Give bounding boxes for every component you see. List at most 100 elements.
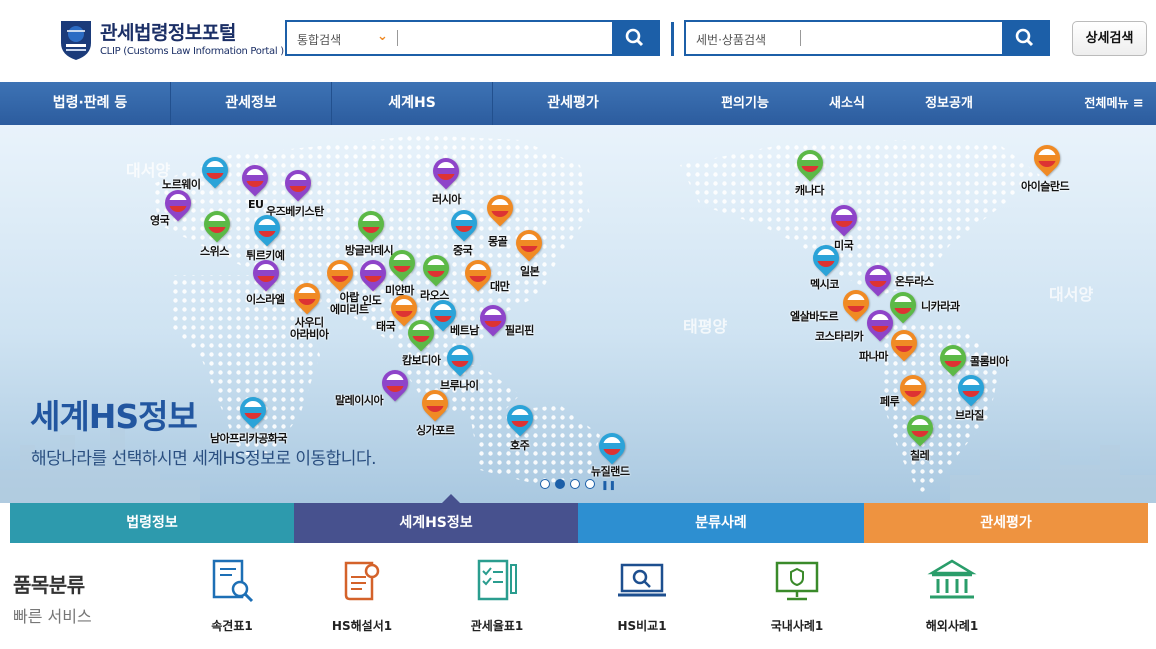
integrated-search: 통합검색 ⌄ (285, 20, 660, 56)
quick-subtitle: 빠른 서비스 (13, 607, 92, 626)
country-pin[interactable] (837, 284, 875, 330)
full-menu-button[interactable]: 전체메뉴 ≡ (1078, 82, 1150, 125)
service-hs-compare[interactable]: HS비교1 (582, 555, 702, 645)
country-label[interactable]: 방글라데시 (345, 242, 394, 258)
korea-customs-logo[interactable] (57, 17, 95, 61)
flag-icon (520, 234, 538, 252)
flag-icon (962, 379, 980, 397)
section-tabs: 법령정보 세계HS정보 분류사례 관세평가 (10, 494, 1148, 543)
flag-icon (484, 309, 502, 327)
country-label[interactable]: 남아프리카공화국 (210, 430, 287, 446)
hs-search-input[interactable] (804, 24, 1000, 52)
site-title[interactable]: 관세법령정보포털 (100, 18, 236, 45)
flag-icon (871, 314, 889, 332)
country-label[interactable]: 캄보디아 (402, 352, 441, 368)
search-scope-select[interactable]: 통합검색 (297, 31, 341, 48)
country-label[interactable]: 러시아 (432, 191, 461, 207)
nav-world-hs[interactable]: 세계HS (332, 82, 492, 125)
country-label[interactable]: 엘살바도르 (790, 308, 839, 324)
hs-search-scope[interactable]: 세번·상품검색 (696, 31, 766, 48)
nav-customs-info[interactable]: 관세정보 (171, 82, 331, 125)
country-label[interactable]: 사우디 아라비아 (290, 317, 329, 341)
country-label[interactable]: 페루 (880, 393, 900, 409)
country-label[interactable]: 영국 (150, 212, 170, 228)
country-pin[interactable] (376, 364, 414, 410)
country-label[interactable]: 칠레 (910, 447, 930, 463)
country-pin[interactable] (884, 286, 922, 332)
flag-icon (511, 409, 529, 427)
country-label[interactable]: 필리핀 (505, 322, 534, 338)
country-pin[interactable] (196, 151, 234, 197)
nav-customs-valuation[interactable]: 관세평가 (493, 82, 653, 125)
carousel-dot[interactable] (585, 479, 595, 489)
country-label[interactable]: 베트남 (450, 322, 479, 338)
country-label[interactable]: 중국 (453, 242, 473, 258)
country-label[interactable]: 콜롬비아 (970, 353, 1009, 369)
nav-convenience[interactable]: 편의기능 (700, 82, 790, 125)
country-pin[interactable] (861, 304, 899, 350)
country-label[interactable]: 아이슬란드 (1021, 178, 1070, 194)
service-hs-explanatory[interactable]: HS해설서1 (302, 555, 422, 645)
country-pin[interactable] (474, 299, 512, 345)
country-label[interactable]: 싱가포르 (416, 422, 455, 438)
search-icon (1015, 28, 1034, 47)
carousel-dot[interactable] (570, 479, 580, 489)
country-pin[interactable] (481, 189, 519, 235)
country-label[interactable]: 인도 (362, 292, 382, 308)
service-overseas-cases[interactable]: 해외사례1 (892, 555, 1012, 645)
nav-info-disclosure[interactable]: 정보공개 (904, 82, 994, 125)
flag-icon (298, 287, 316, 305)
service-domestic-cases[interactable]: 국내사례1 (737, 555, 857, 645)
country-label[interactable]: 니카라과 (921, 298, 960, 314)
country-label[interactable]: 스위스 (200, 243, 229, 259)
flag-icon (412, 324, 430, 342)
country-label[interactable]: 대만 (490, 278, 510, 294)
country-label[interactable]: 온두라스 (895, 273, 934, 289)
site-subtitle: CLIP (Customs Law Information Portal ) (100, 46, 284, 57)
chevron-down-icon[interactable]: ⌄ (377, 29, 388, 44)
carousel-dot[interactable] (540, 479, 550, 489)
nav-news[interactable]: 새소식 (802, 82, 892, 125)
integrated-search-button[interactable] (612, 22, 658, 54)
ocean-label: 태평양 (683, 317, 728, 336)
country-label[interactable]: 태국 (376, 318, 396, 334)
carousel-dot-active[interactable] (555, 479, 565, 489)
country-label[interactable]: 캐나다 (795, 182, 824, 198)
scroll-certificate-icon (344, 561, 380, 601)
country-label[interactable]: 브라질 (955, 407, 984, 423)
checklist-clipboard-icon (477, 559, 517, 601)
service-label: HS비교1 (617, 619, 667, 633)
country-label[interactable]: EU (248, 198, 264, 211)
country-label[interactable]: 코스타리카 (815, 328, 864, 344)
tab-world-hs-info[interactable]: 세계HS정보 (294, 503, 578, 543)
flag-icon (469, 264, 487, 282)
hs-search-button[interactable] (1002, 22, 1048, 54)
country-pin[interactable] (894, 369, 932, 415)
search-icon (625, 28, 644, 47)
laptop-search-icon (618, 563, 666, 597)
country-label[interactable]: 이스라엘 (246, 291, 285, 307)
country-label[interactable]: 호주 (510, 437, 530, 453)
flag-icon (801, 154, 819, 172)
country-pin[interactable] (459, 254, 497, 300)
country-label[interactable]: 멕시코 (810, 276, 839, 292)
service-quick-table[interactable]: 속견표1 (172, 555, 292, 645)
tab-classification-cases[interactable]: 분류사례 (578, 503, 864, 543)
integrated-search-input[interactable] (401, 24, 611, 52)
country-label[interactable]: 파나마 (859, 348, 888, 364)
tab-customs-valuation[interactable]: 관세평가 (864, 503, 1148, 543)
country-label[interactable]: 뉴질랜드 (591, 463, 630, 479)
document-search-icon (212, 559, 254, 603)
country-pin[interactable] (885, 324, 923, 370)
flag-icon (894, 296, 912, 314)
country-label[interactable]: 일본 (520, 263, 540, 279)
flag-icon (427, 259, 445, 277)
service-tariff-table[interactable]: 관세율표1 (437, 555, 557, 645)
country-label[interactable]: 몽골 (488, 233, 508, 249)
country-label[interactable]: 말레이시아 (335, 392, 384, 408)
tab-law-info[interactable]: 법령정보 (10, 503, 294, 543)
flag-icon (362, 215, 380, 233)
nav-laws[interactable]: 법령·판례 등 (10, 82, 170, 125)
advanced-search-button[interactable]: 상세검색 (1072, 21, 1147, 56)
pause-icon[interactable]: ❚❚ (601, 481, 616, 491)
